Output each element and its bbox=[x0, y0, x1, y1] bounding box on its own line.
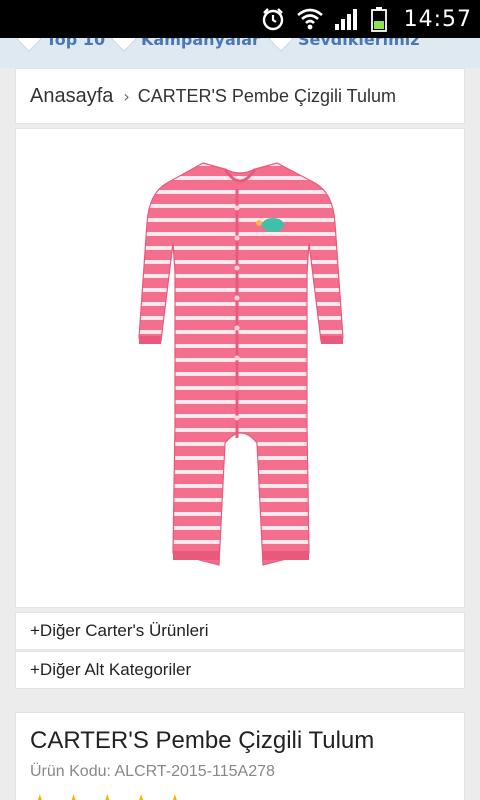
chevron-right-icon: › bbox=[123, 86, 130, 106]
nav-item-favorites[interactable]: Sevdiklerimiz bbox=[268, 38, 420, 54]
status-clock: 14:57 bbox=[403, 6, 472, 32]
star-icon: ★ bbox=[165, 791, 185, 800]
top-nav-strip[interactable]: Top 10 Kampanyalar Sevdiklerimiz bbox=[0, 38, 480, 68]
product-info: CARTER'S Pembe Çizgili Tulum Ürün Kodu: … bbox=[15, 712, 465, 800]
nav-item-top10[interactable]: Top 10 bbox=[16, 38, 106, 54]
rating-stars: ★ ★ ★ ★ ★ bbox=[30, 791, 450, 800]
nav-item-label: Kampanyalar bbox=[141, 38, 260, 49]
product-image-container[interactable] bbox=[15, 128, 465, 608]
nav-item-label: Sevdiklerimiz bbox=[298, 38, 420, 49]
star-icon: ★ bbox=[30, 791, 50, 800]
product-title: CARTER'S Pembe Çizgili Tulum bbox=[30, 727, 375, 754]
nav-item-label: Top 10 bbox=[46, 38, 106, 49]
status-bar: 14:57 bbox=[0, 0, 480, 38]
nav-diamond-icon bbox=[111, 38, 137, 52]
star-icon: ★ bbox=[64, 791, 84, 800]
signal-icon bbox=[334, 9, 357, 30]
battery-icon bbox=[370, 7, 387, 32]
breadcrumb-current: CARTER'S Pembe Çizgili Tulum bbox=[137, 85, 396, 106]
breadcrumb: Anasayfa › CARTER'S Pembe Çizgili Tulum bbox=[15, 68, 465, 124]
breadcrumb-home-link[interactable]: Anasayfa bbox=[30, 85, 113, 108]
status-icons: 14:57 bbox=[260, 0, 472, 38]
alarm-icon bbox=[262, 8, 283, 31]
nav-diamond-icon bbox=[16, 38, 42, 52]
star-icon: ★ bbox=[131, 791, 151, 800]
nav-diamond-icon bbox=[268, 38, 294, 52]
product-image bbox=[138, 162, 344, 566]
wifi-icon bbox=[296, 8, 323, 30]
star-icon: ★ bbox=[97, 791, 117, 800]
other-subcategories-link[interactable]: +Diğer Alt Kategoriler bbox=[15, 651, 465, 689]
other-brand-products-link[interactable]: +Diğer Carter's Ürünleri bbox=[15, 612, 465, 650]
nav-item-campaigns[interactable]: Kampanyalar bbox=[111, 38, 260, 54]
product-code: Ürün Kodu: ALCRT-2015-115A278 bbox=[30, 763, 275, 780]
